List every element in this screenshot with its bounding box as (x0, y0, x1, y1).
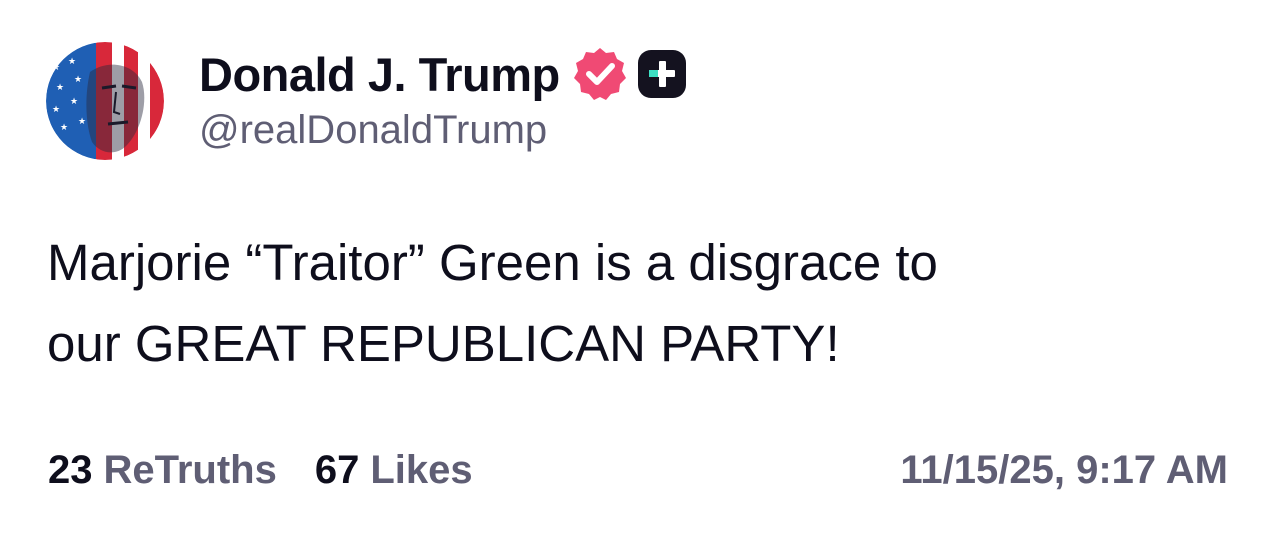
post-text: Marjorie “Traitor” Green is a disgrace t… (47, 222, 1227, 384)
svg-text:★: ★ (52, 105, 60, 115)
truth-plus-icon (636, 48, 688, 100)
post-stats: 23 ReTruths 67 Likes (48, 448, 473, 493)
likes-stat[interactable]: 67 Likes (315, 448, 473, 493)
post-timestamp[interactable]: 11/15/25, 9:17 AM (900, 448, 1228, 493)
svg-text:★: ★ (70, 97, 78, 107)
svg-text:★: ★ (68, 57, 76, 67)
post-author: Donald J. Trump @realDonaldTrump (199, 44, 688, 153)
verified-badge-icon (572, 46, 628, 102)
retruths-label: ReTruths (103, 448, 277, 492)
avatar[interactable]: ★ ★ ★ ★ ★ ★ ★ ★ (46, 42, 164, 160)
svg-text:★: ★ (52, 63, 60, 73)
likes-label: Likes (370, 448, 473, 492)
portrait-with-american-flag-avatar: ★★ ★★ ★★ ★★ (46, 42, 164, 160)
svg-text:★: ★ (60, 123, 68, 133)
retruths-count: 23 (48, 448, 93, 492)
likes-count: 67 (314, 448, 360, 492)
author-display-name[interactable]: Donald J. Trump (199, 47, 560, 102)
svg-text:★: ★ (78, 117, 86, 127)
svg-text:★: ★ (74, 75, 82, 85)
author-handle[interactable]: @realDonaldTrump (199, 108, 688, 153)
svg-text:★: ★ (56, 83, 64, 93)
post-text-line: Marjorie “Traitor” Green is a disgrace t… (47, 234, 938, 291)
retruths-stat[interactable]: 23 ReTruths (48, 448, 277, 493)
post-text-line: our GREAT REPUBLICAN PARTY! (47, 315, 840, 372)
author-name-row: Donald J. Trump (199, 44, 688, 104)
truth-post: ★ ★ ★ ★ ★ ★ ★ ★ Donald J. Trump @realDon… (0, 0, 1278, 552)
